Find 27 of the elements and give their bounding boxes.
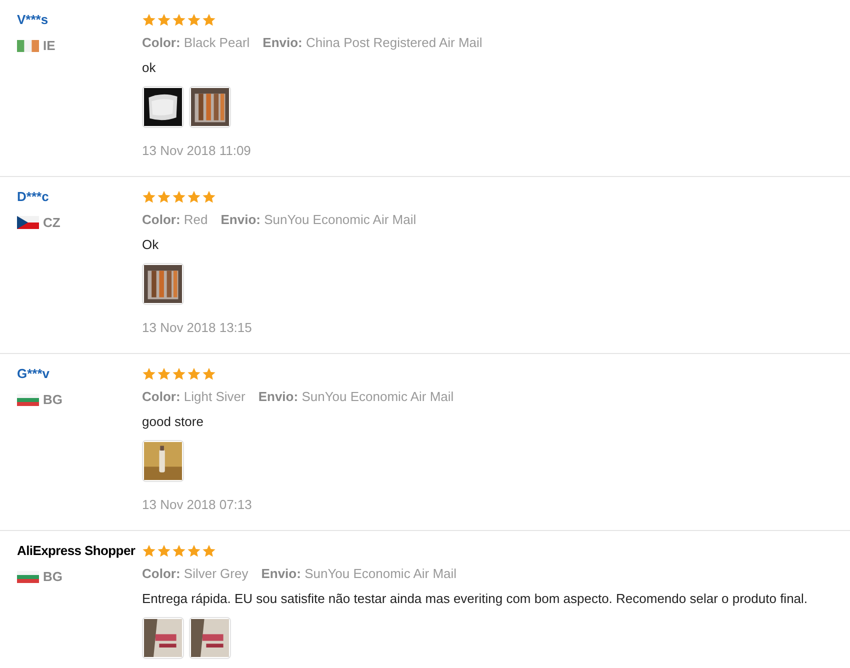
review-date: 13 Nov 2018 07:13 xyxy=(142,496,253,514)
shipping-info: Envio: SunYou Economic Air Mail xyxy=(258,388,454,406)
review-text: Entrega rápida. EU sou satisfite não testar ainda mas everiting com bom aspecto. Recomendo selar o produto final. xyxy=(142,590,808,608)
color-info: Color: Light Siver xyxy=(142,388,246,406)
review-text: good store xyxy=(142,413,204,431)
reviewer-name[interactable]: D***c xyxy=(17,188,138,206)
color-info: Color: Red xyxy=(142,211,208,229)
flag-icon xyxy=(17,570,39,583)
country-code: IE xyxy=(43,37,56,55)
review-text: Ok xyxy=(142,236,160,254)
review-date: 13 Nov 2018 11:09 xyxy=(142,142,252,160)
country-code: CZ xyxy=(43,214,60,232)
reviewer-name[interactable]: V***s xyxy=(17,11,138,29)
country-code: BG xyxy=(43,391,62,409)
review-text: ok xyxy=(142,59,157,77)
review-date: 13 Nov 2018 13:15 xyxy=(142,319,253,337)
color-info: Color: Silver Grey xyxy=(142,565,248,583)
flag-icon xyxy=(17,216,39,230)
reviewer-name[interactable]: G***v xyxy=(17,365,138,383)
shipping-info: Envio: SunYou Economic Air Mail xyxy=(220,211,416,229)
shipping-info: Envio: China Post Registered Air Mail xyxy=(262,34,482,52)
shipping-info: Envio: SunYou Economic Air Mail xyxy=(261,565,457,583)
flag-icon xyxy=(17,394,39,406)
reviewer-name: AliExpress Shopper xyxy=(17,542,136,560)
color-info: Color: Black Pearl xyxy=(142,34,250,52)
flag-icon xyxy=(17,40,39,52)
country-code: BG xyxy=(43,568,62,586)
